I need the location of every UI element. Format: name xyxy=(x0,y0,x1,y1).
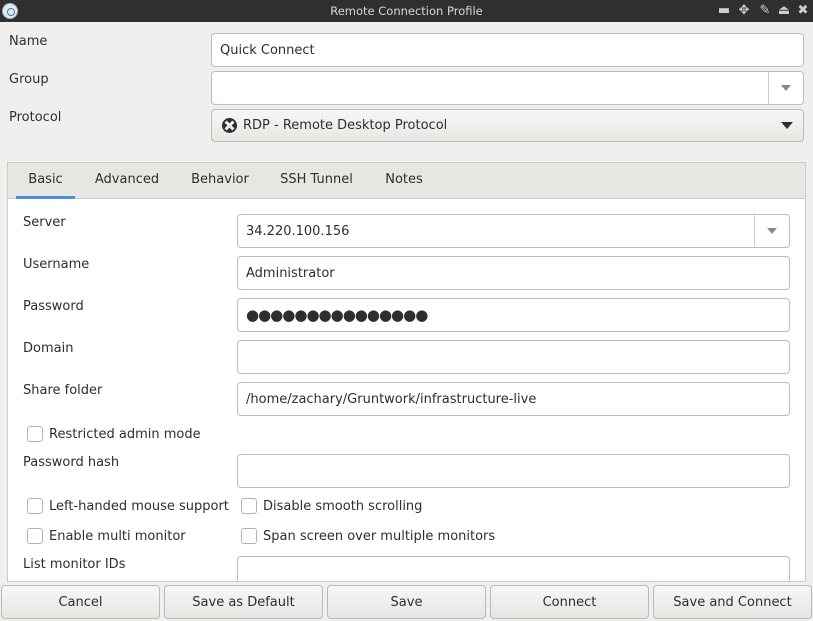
tab-behavior[interactable]: Behavior xyxy=(182,163,258,199)
username-input[interactable]: Administrator xyxy=(237,256,790,290)
name-value: Quick Connect xyxy=(220,42,315,58)
tab-notes[interactable]: Notes xyxy=(377,163,431,199)
group-combo[interactable] xyxy=(211,71,804,105)
checkbox-box[interactable] xyxy=(241,528,257,544)
password-input[interactable]: ●●●●●●●●●●●●●●● xyxy=(237,298,790,332)
tab-ssh-tunnel[interactable]: SSH Tunnel xyxy=(273,163,360,199)
cancel-button[interactable]: Cancel xyxy=(1,585,160,619)
password-value: ●●●●●●●●●●●●●●● xyxy=(246,306,428,324)
domain-input[interactable] xyxy=(237,340,790,374)
disable-smooth-scrolling-label: Disable smooth scrolling xyxy=(263,498,423,514)
username-value: Administrator xyxy=(246,265,335,281)
left-handed-label: Left-handed mouse support xyxy=(49,498,229,514)
pin-icon[interactable]: ✎ xyxy=(757,3,773,19)
name-input[interactable]: Quick Connect xyxy=(211,33,804,67)
protocol-label: Protocol xyxy=(9,110,62,125)
group-dropdown-button[interactable] xyxy=(768,72,803,104)
server-combo[interactable]: 34.220.100.156 xyxy=(237,214,790,248)
chevron-down-icon xyxy=(767,228,777,234)
tab-advanced[interactable]: Advanced xyxy=(87,163,167,199)
chevron-down-icon xyxy=(781,85,791,91)
restricted-admin-label: Restricted admin mode xyxy=(49,426,201,442)
checkbox-box[interactable] xyxy=(241,498,257,514)
name-label: Name xyxy=(9,34,48,49)
save-and-connect-button[interactable]: Save and Connect xyxy=(653,585,812,619)
left-handed-checkbox[interactable]: Left-handed mouse support xyxy=(27,498,229,514)
checkbox-box[interactable] xyxy=(27,426,43,442)
multi-monitor-checkbox[interactable]: Enable multi monitor xyxy=(27,528,186,544)
list-monitor-ids-input[interactable] xyxy=(237,556,790,581)
checkbox-box[interactable] xyxy=(27,498,43,514)
save-as-default-button[interactable]: Save as Default xyxy=(164,585,323,619)
app-icon xyxy=(2,3,18,19)
protocol-combo[interactable]: RDP - Remote Desktop Protocol xyxy=(211,109,804,142)
password-hash-label: Password hash xyxy=(23,455,120,470)
disable-smooth-scrolling-checkbox[interactable]: Disable smooth scrolling xyxy=(241,498,422,514)
title-bar: Remote Connection Profile xyxy=(0,0,813,22)
save-button[interactable]: Save xyxy=(327,585,486,619)
chevron-down-icon xyxy=(781,122,793,129)
password-hash-input[interactable] xyxy=(237,454,790,488)
window-title: Remote Connection Profile xyxy=(330,4,483,18)
close-icon[interactable]: ✖ xyxy=(795,3,811,19)
minimize-icon[interactable]: ▬ xyxy=(716,3,732,19)
connect-button[interactable]: Connect xyxy=(490,585,649,619)
rdp-protocol-icon xyxy=(222,118,237,133)
list-monitor-ids-label: List monitor IDs xyxy=(23,557,126,572)
password-label: Password xyxy=(23,299,84,314)
span-screen-label: Span screen over multiple monitors xyxy=(263,528,496,544)
checkbox-box[interactable] xyxy=(27,528,43,544)
server-label: Server xyxy=(23,215,66,230)
share-folder-label: Share folder xyxy=(23,383,103,398)
protocol-value: RDP - Remote Desktop Protocol xyxy=(243,118,448,133)
span-screen-checkbox[interactable]: Span screen over multiple monitors xyxy=(241,528,495,544)
restricted-admin-checkbox[interactable]: Restricted admin mode xyxy=(27,426,201,442)
multi-monitor-label: Enable multi monitor xyxy=(49,528,186,544)
maximize-icon[interactable]: ⏏ xyxy=(776,3,792,19)
server-dropdown-button[interactable] xyxy=(754,215,789,247)
domain-label: Domain xyxy=(23,341,74,356)
tab-basic[interactable]: Basic xyxy=(16,163,75,199)
move-icon[interactable]: ✥ xyxy=(736,3,752,19)
share-folder-input[interactable]: /home/zachary/Gruntwork/infrastructure-l… xyxy=(237,382,790,416)
share-folder-value: /home/zachary/Gruntwork/infrastructure-l… xyxy=(246,391,537,407)
username-label: Username xyxy=(23,257,90,272)
server-value: 34.220.100.156 xyxy=(246,223,350,239)
group-label: Group xyxy=(9,72,49,87)
